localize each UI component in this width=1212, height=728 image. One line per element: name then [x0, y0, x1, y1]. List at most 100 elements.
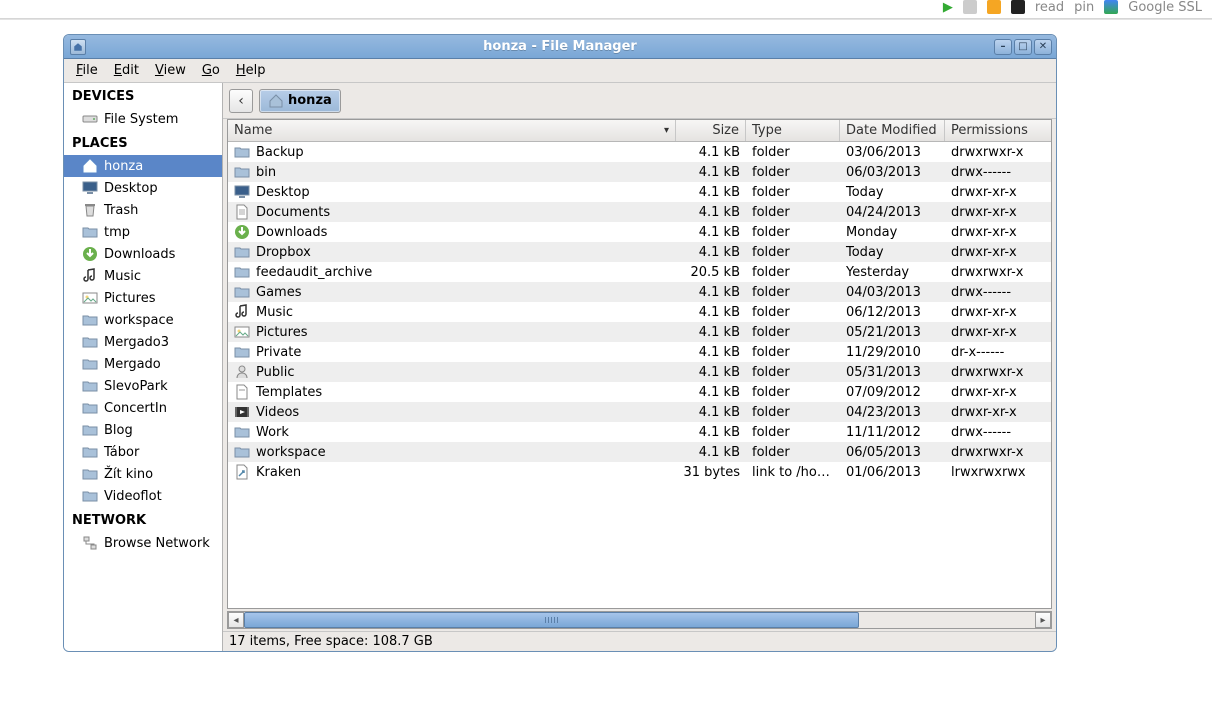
file-size: 4.1 kB [676, 325, 746, 340]
sidebar-item-žít-kino[interactable]: Žít kino [64, 463, 222, 485]
browser-toolbar-stub: ▶ read pin Google SSL [943, 0, 1202, 14]
col-type[interactable]: Type [746, 120, 840, 141]
trash-icon [82, 202, 98, 218]
file-size: 4.1 kB [676, 405, 746, 420]
file-row[interactable]: Private 4.1 kB folder 11/29/2010 dr-x---… [228, 342, 1051, 362]
file-size: 31 bytes [676, 465, 746, 480]
file-row[interactable]: Kraken 31 bytes link to /home/h 01/06/20… [228, 462, 1051, 482]
sidebar-item-slevopark[interactable]: SlevoPark [64, 375, 222, 397]
file-type: folder [746, 325, 840, 340]
top-google: Google SSL [1128, 0, 1202, 15]
sidebar-item-mergado[interactable]: Mergado [64, 353, 222, 375]
scroll-thumb[interactable] [244, 612, 859, 628]
col-perm[interactable]: Permissions [945, 120, 1051, 141]
sidebar-item-trash[interactable]: Trash [64, 199, 222, 221]
back-button[interactable]: ‹ [229, 89, 253, 113]
file-size: 4.1 kB [676, 245, 746, 260]
horizontal-scrollbar[interactable]: ◂ ▸ [227, 611, 1052, 629]
scroll-right-button[interactable]: ▸ [1035, 612, 1051, 628]
titlebar[interactable]: honza - File Manager – □ ✕ [64, 35, 1056, 59]
file-perm: drwx------ [945, 165, 1051, 180]
file-perm: drwxrwxr-x [945, 365, 1051, 380]
menu-help[interactable]: Help [230, 61, 272, 80]
col-size[interactable]: Size [676, 120, 746, 141]
sidebar-item-videoflot[interactable]: Videoflot [64, 485, 222, 507]
file-row[interactable]: Desktop 4.1 kB folder Today drwxr-xr-x [228, 182, 1051, 202]
menu-file[interactable]: File [70, 61, 104, 80]
file-perm: drwxrwxr-x [945, 145, 1051, 160]
menu-go[interactable]: Go [196, 61, 226, 80]
file-perm: dr-x------ [945, 345, 1051, 360]
menu-edit[interactable]: Edit [108, 61, 145, 80]
maximize-button[interactable]: □ [1014, 39, 1032, 55]
col-type-label: Type [752, 123, 782, 138]
file-row[interactable]: Documents 4.1 kB folder 04/24/2013 drwxr… [228, 202, 1051, 222]
downloads-icon [234, 224, 250, 240]
folder-icon [234, 424, 250, 440]
file-name: Games [256, 285, 301, 300]
path-label: honza [288, 93, 332, 108]
sidebar-item-file-system[interactable]: File System [64, 108, 222, 130]
sidebar-item-desktop[interactable]: Desktop [64, 177, 222, 199]
sidebar-item-honza[interactable]: honza [64, 155, 222, 177]
file-name: Downloads [256, 225, 327, 240]
minimize-button[interactable]: – [994, 39, 1012, 55]
file-name: Backup [256, 145, 304, 160]
file-name: Music [256, 305, 293, 320]
file-perm: drwxrwxr-x [945, 265, 1051, 280]
file-row[interactable]: Templates 4.1 kB folder 07/09/2012 drwxr… [228, 382, 1051, 402]
file-name: Kraken [256, 465, 301, 480]
file-size: 4.1 kB [676, 285, 746, 300]
file-name: Dropbox [256, 245, 311, 260]
file-type: folder [746, 425, 840, 440]
sidebar-item-label: Pictures [104, 291, 155, 306]
sidebar-item-tmp[interactable]: tmp [64, 221, 222, 243]
file-size: 4.1 kB [676, 425, 746, 440]
file-size: 4.1 kB [676, 225, 746, 240]
file-size: 4.1 kB [676, 165, 746, 180]
sidebar-item-tábor[interactable]: Tábor [64, 441, 222, 463]
file-row[interactable]: Backup 4.1 kB folder 03/06/2013 drwxrwxr… [228, 142, 1051, 162]
sidebar-item-label: Music [104, 269, 141, 284]
sidebar-item-workspace[interactable]: workspace [64, 309, 222, 331]
path-segment-honza[interactable]: honza [259, 89, 341, 113]
file-date: Today [840, 185, 945, 200]
link-icon [234, 464, 250, 480]
sort-indicator-icon: ▾ [664, 125, 669, 136]
sidebar-item-music[interactable]: Music [64, 265, 222, 287]
close-button[interactable]: ✕ [1034, 39, 1052, 55]
sidebar-section-devices: DEVICES [64, 83, 222, 108]
sidebar-item-browse-network[interactable]: Browse Network [64, 532, 222, 554]
sidebar-section-network: NETWORK [64, 507, 222, 532]
downloads-icon [82, 246, 98, 262]
file-row[interactable]: Public 4.1 kB folder 05/31/2013 drwxrwxr… [228, 362, 1051, 382]
file-row[interactable]: workspace 4.1 kB folder 06/05/2013 drwxr… [228, 442, 1051, 462]
file-date: 03/06/2013 [840, 145, 945, 160]
file-date: 05/21/2013 [840, 325, 945, 340]
sidebar-item-downloads[interactable]: Downloads [64, 243, 222, 265]
file-date: 04/03/2013 [840, 285, 945, 300]
file-row[interactable]: Music 4.1 kB folder 06/12/2013 drwxr-xr-… [228, 302, 1051, 322]
scroll-track[interactable] [244, 612, 1035, 628]
sidebar-item-mergado3[interactable]: Mergado3 [64, 331, 222, 353]
sidebar-item-label: SlevoPark [104, 379, 168, 394]
menu-view[interactable]: View [149, 61, 192, 80]
file-row[interactable]: bin 4.1 kB folder 06/03/2013 drwx------ [228, 162, 1051, 182]
sidebar-item-blog[interactable]: Blog [64, 419, 222, 441]
sidebar-item-concertin[interactable]: ConcertIn [64, 397, 222, 419]
col-name[interactable]: Name ▾ [228, 120, 676, 141]
file-row[interactable]: Pictures 4.1 kB folder 05/21/2013 drwxr-… [228, 322, 1051, 342]
file-row[interactable]: feedaudit_archive 20.5 kB folder Yesterd… [228, 262, 1051, 282]
folder-icon [234, 444, 250, 460]
col-date[interactable]: Date Modified [840, 120, 945, 141]
file-row[interactable]: Games 4.1 kB folder 04/03/2013 drwx-----… [228, 282, 1051, 302]
sidebar-item-label: Videoflot [104, 489, 162, 504]
scroll-left-button[interactable]: ◂ [228, 612, 244, 628]
sidebar-item-label: ConcertIn [104, 401, 167, 416]
file-row[interactable]: Dropbox 4.1 kB folder Today drwxr-xr-x [228, 242, 1051, 262]
file-row[interactable]: Work 4.1 kB folder 11/11/2012 drwx------ [228, 422, 1051, 442]
file-row[interactable]: Videos 4.1 kB folder 04/23/2013 drwxr-xr… [228, 402, 1051, 422]
file-type: folder [746, 225, 840, 240]
file-row[interactable]: Downloads 4.1 kB folder Monday drwxr-xr-… [228, 222, 1051, 242]
sidebar-item-pictures[interactable]: Pictures [64, 287, 222, 309]
